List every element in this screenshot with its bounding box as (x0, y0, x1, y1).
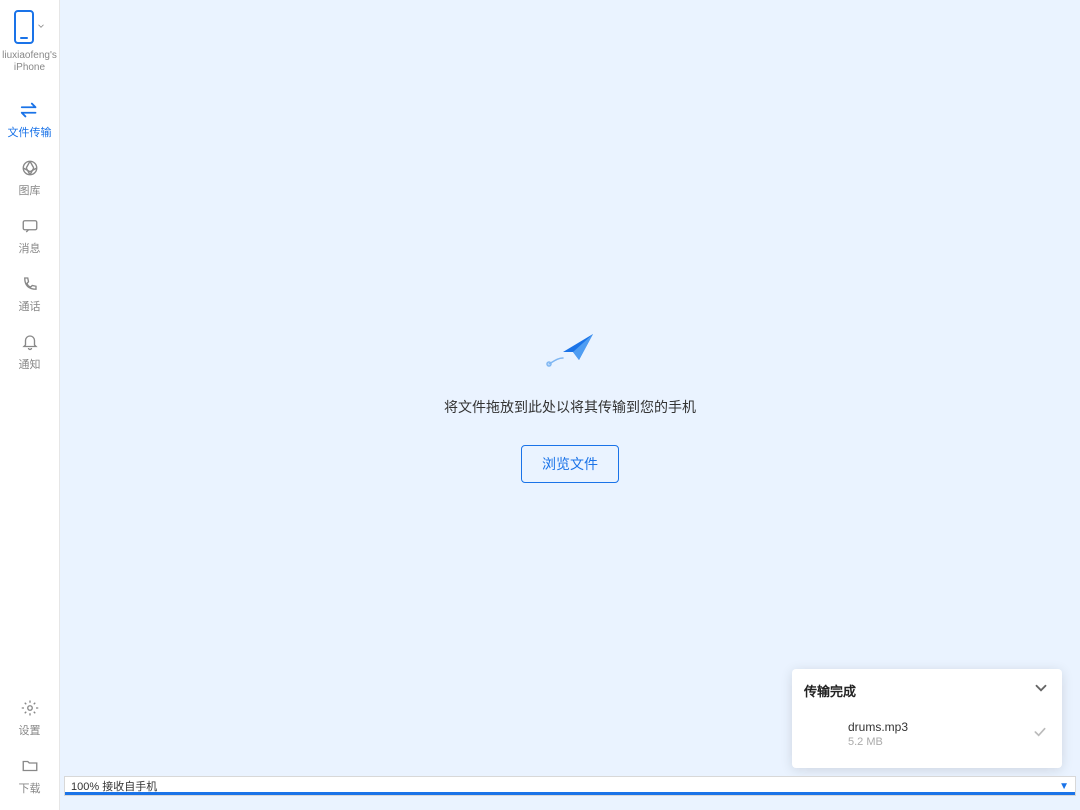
sidebar-item-label: 图库 (19, 182, 41, 198)
dropdown-caret-icon[interactable]: ▼ (1059, 781, 1069, 792)
main-content: 将文件拖放到此处以将其传输到您的手机 浏览文件 传输完成 drums.mp3 5… (60, 0, 1080, 810)
sidebar-item-label: 下载 (19, 780, 41, 796)
phone-icon (14, 10, 34, 44)
transfer-complete-panel: 传输完成 drums.mp3 5.2 MB (792, 669, 1062, 768)
sidebar-item-label: 设置 (19, 722, 41, 738)
device-selector[interactable]: liuxiaofeng's iPhone (0, 6, 59, 84)
chevron-down-icon (36, 18, 46, 36)
drop-zone-message: 将文件拖放到此处以将其传输到您的手机 (444, 397, 696, 417)
sidebar-item-calls[interactable]: 通话 (0, 264, 59, 322)
folder-icon (21, 756, 39, 776)
gear-icon (21, 698, 39, 718)
sidebar-item-downloads[interactable]: 下载 (0, 746, 59, 804)
sidebar-item-label: 文件传输 (8, 124, 52, 140)
check-icon (1032, 724, 1048, 745)
browse-files-button[interactable]: 浏览文件 (521, 445, 619, 483)
transfer-file-row[interactable]: drums.mp3 5.2 MB (792, 714, 1062, 754)
progress-bar[interactable]: 100% 接收自手机 ▼ (64, 776, 1076, 796)
sidebar-item-settings[interactable]: 设置 (0, 688, 59, 746)
phone-call-icon (21, 274, 39, 294)
message-icon (21, 216, 39, 236)
sidebar-item-messages[interactable]: 消息 (0, 206, 59, 264)
progress-text: 100% 接收自手机 (65, 778, 157, 794)
paper-plane-icon (543, 328, 597, 375)
sidebar-item-label: 消息 (19, 240, 41, 256)
transfer-icon (19, 100, 41, 120)
transfer-file-name: drums.mp3 (848, 720, 1032, 734)
aperture-icon (21, 158, 39, 178)
sidebar-item-notifications[interactable]: 通知 (0, 322, 59, 380)
transfer-panel-title: 传输完成 (804, 681, 856, 700)
sidebar-item-gallery[interactable]: 图库 (0, 148, 59, 206)
sidebar-item-label: 通话 (19, 298, 41, 314)
device-name: liuxiaofeng's iPhone (0, 50, 59, 74)
sidebar-item-label: 通知 (19, 356, 41, 372)
sidebar-item-file-transfer[interactable]: 文件传输 (0, 90, 59, 148)
progress-fill (65, 792, 1075, 795)
progress-track (65, 792, 1075, 795)
sidebar: liuxiaofeng's iPhone 文件传输 图库 消息 通话 (0, 0, 60, 810)
collapse-panel-icon[interactable] (1032, 679, 1050, 702)
transfer-file-size: 5.2 MB (848, 736, 1032, 748)
bell-icon (21, 332, 39, 352)
